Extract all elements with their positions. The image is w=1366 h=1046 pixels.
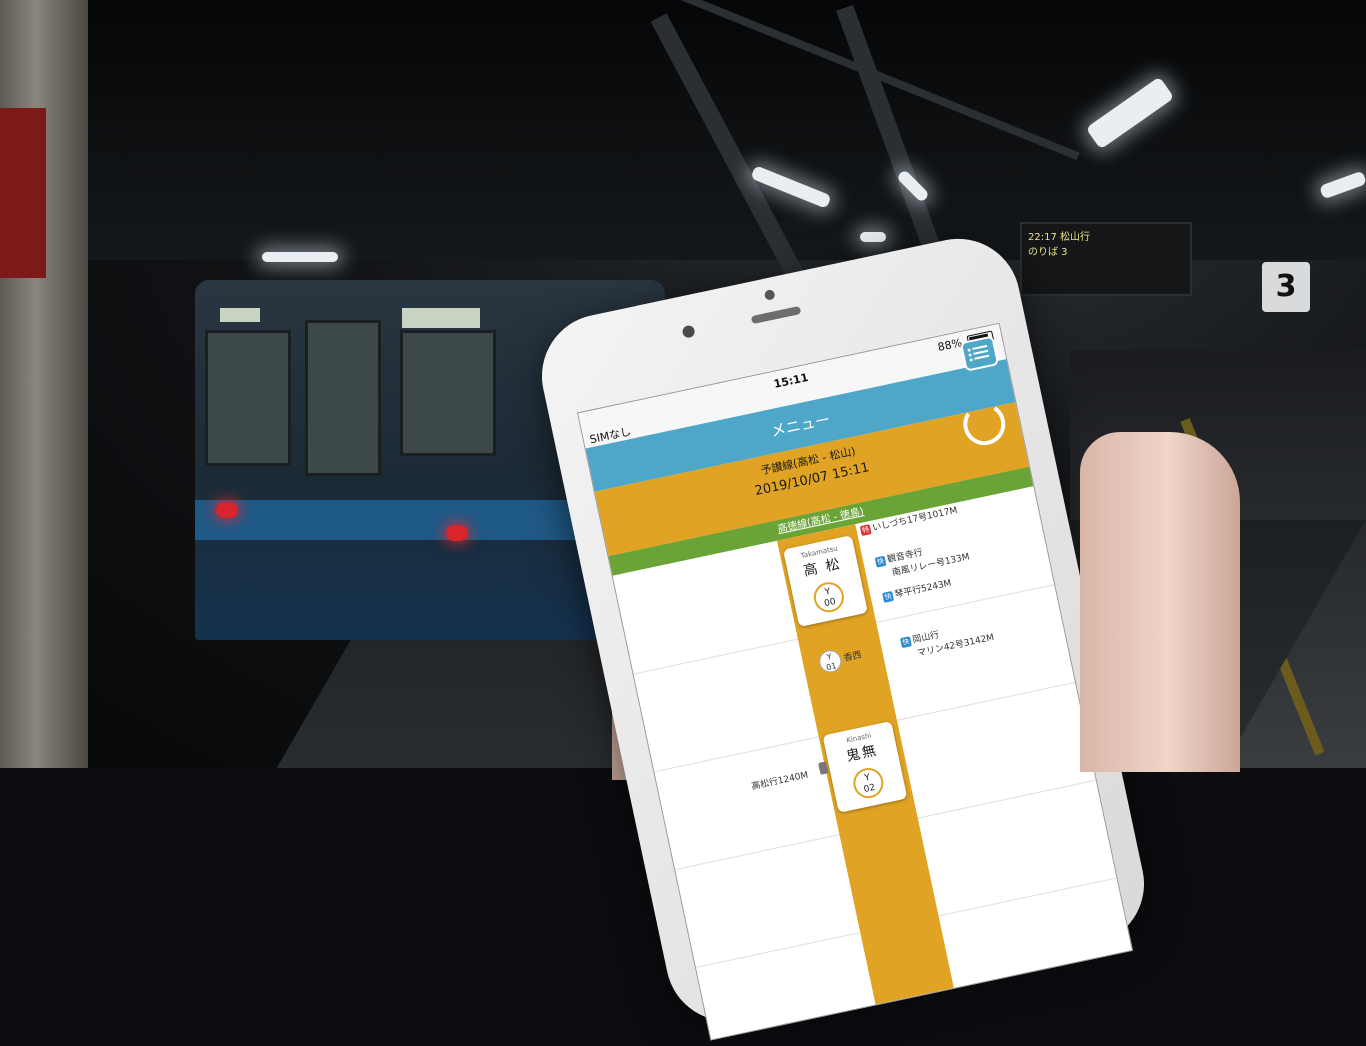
train-label: 高松行1240M (750, 770, 810, 793)
badge-letter: Y (825, 652, 833, 662)
app-screen: SIMなし 15:11 88% メニュー 予讃線(高松 - 松山) 2019/1… (576, 322, 1134, 1041)
train-entry[interactable]: 快琴平行5243M (882, 576, 953, 603)
list-menu-icon[interactable] (959, 335, 1000, 372)
station-number-badge: Y 00 (811, 579, 847, 616)
timetable: Takamatsu 高 松 Y 00 Y 01 香西 Kinashi 鬼無 Y … (612, 486, 1134, 1041)
rapid-tag: 快 (882, 590, 894, 603)
menu-title[interactable]: メニュー (769, 410, 831, 440)
train-label: 琴平行5243M (893, 578, 953, 601)
earpiece-speaker (750, 305, 802, 325)
station-number-badge: Y 02 (850, 765, 887, 801)
front-sensor-icon (763, 288, 776, 301)
stop-name: 香西 (842, 650, 863, 664)
train-entry[interactable]: 高松行1240M (750, 761, 829, 793)
rapid-tag: 快 (899, 635, 912, 648)
stop-number-badge: Y 01 (817, 648, 844, 675)
right-hand (1080, 432, 1240, 772)
front-camera-icon (681, 324, 696, 339)
rapid-tag: 快 (874, 555, 887, 568)
smartphone: SIMなし 15:11 88% メニュー 予讃線(高松 - 松山) 2019/1… (530, 227, 1156, 1041)
badge-number: 01 (825, 661, 838, 673)
limited-express-tag: 特 (859, 523, 872, 536)
